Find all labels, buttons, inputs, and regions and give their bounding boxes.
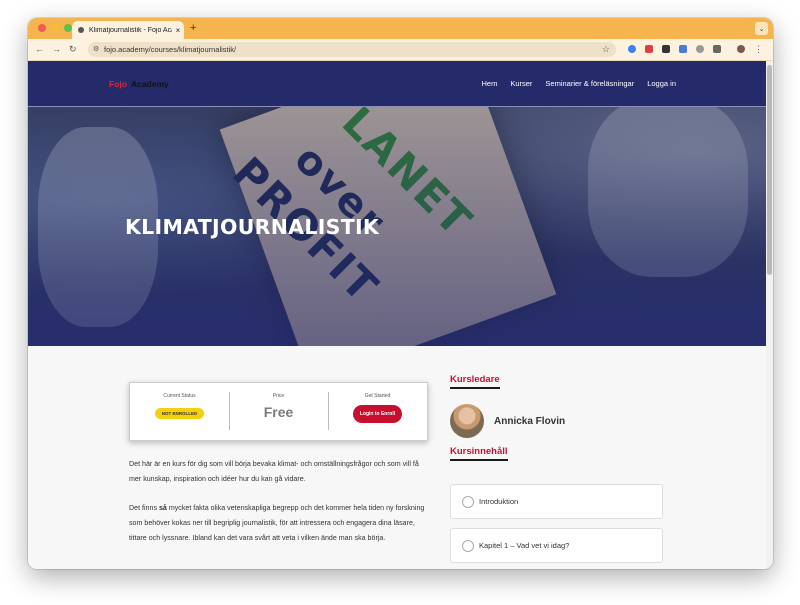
reload-icon[interactable]: ↻ [69, 42, 77, 56]
protester-figure [588, 107, 748, 277]
back-icon[interactable]: ← [35, 42, 44, 56]
nav-item-seminarier[interactable]: Seminarier & föreläsningar [545, 79, 634, 88]
web-page: Fojo Academy Hem Kurser Seminarier & före… [28, 61, 766, 569]
extension-icon[interactable] [662, 45, 670, 53]
site-info-icon[interactable]: ⚙ [93, 45, 99, 53]
login-to-enroll-button[interactable]: Login to Enroll [352, 405, 403, 423]
p2-text-bold: så [158, 504, 167, 512]
hero-banner: LANET over PROFIT KLIMATJOURNALISTIK [28, 107, 766, 346]
avatar [450, 404, 484, 438]
incomplete-circle-icon [462, 539, 474, 552]
browser-toolbar: ← → ↻ ⚙ fojo.academy/courses/klimatjourn… [28, 39, 773, 61]
window-controls [38, 24, 72, 32]
lesson-title: Introduktion [479, 497, 519, 506]
course-title: KLIMATJOURNALISTIK [125, 215, 380, 239]
close-window-button[interactable] [38, 24, 46, 32]
extensions-puzzle-icon[interactable] [713, 45, 721, 53]
site-logo[interactable]: Fojo Academy [109, 79, 169, 89]
nav-item-logga-in[interactable]: Logga in [647, 79, 676, 88]
maximize-window-button[interactable] [64, 24, 72, 32]
close-tab-icon[interactable]: × [172, 26, 184, 35]
browser-window: Klimatjournalistik - Fojo Academy × + ⌄ … [28, 18, 773, 569]
incomplete-circle-icon [462, 495, 474, 508]
logo-part-fojo: Fojo [109, 79, 127, 89]
p2-text-start: Det finns [129, 504, 159, 512]
price-value: Free [263, 404, 294, 420]
extension-icon[interactable] [628, 45, 636, 53]
teacher-heading: Kursledare [450, 374, 500, 389]
nav-item-kurser[interactable]: Kurser [510, 79, 532, 88]
browser-tab[interactable]: Klimatjournalistik - Fojo Academy × [72, 21, 184, 39]
minimize-window-button[interactable] [51, 24, 59, 32]
extension-icon[interactable] [696, 45, 704, 53]
tab-search-icon[interactable]: ⌄ [755, 22, 768, 35]
current-status-label: Current Status [163, 393, 196, 399]
price-label: Price [272, 393, 285, 399]
price-column: Price Free [229, 383, 328, 440]
tab-title: Klimatjournalistik - Fojo Academy [89, 26, 172, 34]
tab-bar: Klimatjournalistik - Fojo Academy × + ⌄ [28, 18, 773, 39]
nav-item-hem[interactable]: Hem [481, 79, 497, 88]
new-tab-icon[interactable]: + [190, 22, 196, 34]
browser-menu-icon[interactable]: ⋮ [754, 42, 763, 56]
forward-icon[interactable]: → [52, 42, 61, 56]
main-nav: Hem Kurser Seminarier & föreläsningar Lo… [481, 79, 676, 88]
teacher-card: Annicka Flovin [450, 404, 565, 438]
current-status-column: Current Status NOT ENROLLED [130, 383, 229, 440]
logo-part-academy: Academy [130, 79, 169, 89]
bookmark-star-icon[interactable]: ☆ [602, 44, 610, 55]
extension-icon[interactable] [679, 45, 687, 53]
course-description-p2: Det finns så mycket fakta olika vetenska… [129, 501, 429, 546]
lesson-item[interactable]: Kapitel 1 – Vad vet vi idag? [450, 528, 663, 563]
get-started-label: Get Started [364, 393, 391, 399]
address-bar[interactable]: ⚙ fojo.academy/courses/klimatjournalisti… [88, 42, 616, 57]
lesson-title: Kapitel 1 – Vad vet vi idag? [479, 541, 570, 550]
favicon-icon [78, 27, 84, 33]
course-content-heading: Kursinnehåll [450, 446, 508, 461]
site-header: Fojo Academy Hem Kurser Seminarier & före… [28, 61, 766, 107]
extension-icon[interactable] [645, 45, 653, 53]
get-started-column: Get Started Login to Enroll [328, 383, 427, 440]
profile-avatar[interactable] [737, 45, 745, 53]
status-badge: NOT ENROLLED [154, 408, 205, 419]
teacher-name: Annicka Flovin [494, 415, 566, 427]
page-scrollbar[interactable] [766, 61, 773, 569]
course-status-box: Current Status NOT ENROLLED Price Free G… [129, 382, 428, 441]
p2-text-end: mycket fakta olika vetenskapliga begrepp… [129, 504, 425, 542]
course-description-p1: Det här är en kurs för dig som vill börj… [129, 460, 419, 483]
lesson-item[interactable]: Introduktion [450, 484, 663, 519]
url-text: fojo.academy/courses/klimatjournalistik/ [104, 45, 237, 54]
scrollbar-thumb[interactable] [767, 65, 772, 275]
